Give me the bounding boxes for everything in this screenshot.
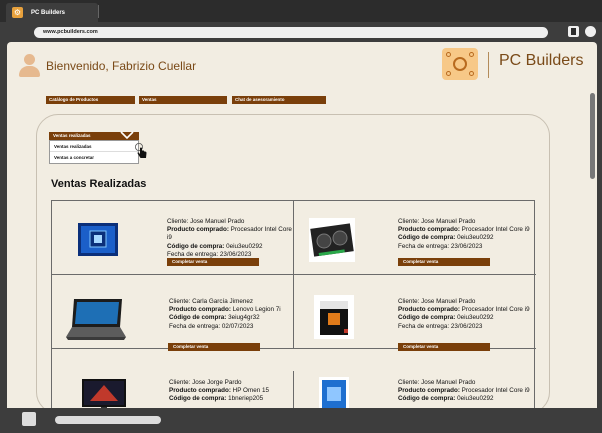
address-row: www.pcbuilders.com	[0, 22, 602, 42]
option-ventas-a-concretar[interactable]: Ventas a concretar	[50, 152, 138, 163]
option-ventas-realizadas[interactable]: Ventas realizadas	[50, 141, 138, 152]
sale-client: Cliente: Jose Manuel Prado	[398, 218, 476, 225]
sale-code: Código de compra: 0eiu3eu0292	[398, 395, 494, 403]
dropdown-options: Ventas realizadas Ventas a concretar	[49, 140, 139, 164]
complete-sale-button[interactable]: Completar venta	[167, 258, 259, 266]
sales-grid: Cliente: Jose Manuel Prado Producto comp…	[51, 200, 536, 408]
graphics-card-icon	[309, 218, 355, 262]
sale-card: Cliente: Jose Manuel Prado Producto comp…	[294, 201, 536, 275]
browser-window: ⚙ PC Builders www.pcbuilders.com Bienven…	[0, 0, 602, 433]
complete-sale-button[interactable]: Completar venta	[168, 343, 260, 351]
sale-client: Cliente: Jose Manuel Prado	[167, 218, 245, 225]
intel-box-icon	[319, 377, 349, 408]
monitor-icon	[82, 379, 126, 408]
sale-code: Código de compra: 1bneriep205	[169, 395, 264, 403]
tab-title: PC Builders	[31, 9, 66, 16]
sale-card: Cliente: Carla García Jimenez Producto c…	[52, 275, 294, 351]
horizontal-scrollbar[interactable]	[55, 416, 161, 424]
sale-client: Cliente: Jose Manuel Prado	[398, 379, 476, 386]
sale-date: Fecha de entrega: 02/07/2023	[169, 322, 254, 330]
brand-name: PC Builders	[499, 52, 584, 69]
sale-product: Producto comprado: Procesador Intel Core…	[398, 306, 530, 314]
sale-date: Fecha de entrega: 23/06/2023	[398, 242, 483, 250]
laptop-icon	[66, 299, 126, 340]
welcome-text: Bienvenido, Fabrizio Cuellar	[46, 59, 197, 73]
sale-card: Cliente: Jose Manuel Prado Producto comp…	[294, 371, 536, 408]
address-bar[interactable]: www.pcbuilders.com	[34, 27, 548, 38]
page-header: Bienvenido, Fabrizio Cuellar PC Builders	[7, 42, 597, 88]
nav-chat[interactable]: Chat de asesoramiento	[232, 96, 326, 104]
page-viewport: Bienvenido, Fabrizio Cuellar PC Builders…	[7, 42, 597, 408]
user-avatar-icon[interactable]	[18, 54, 40, 78]
hand-cursor-icon	[135, 143, 147, 158]
sale-card: Cliente: Jose Manuel Prado Producto comp…	[294, 275, 536, 351]
chevron-down-icon[interactable]	[120, 131, 134, 140]
section-title: Ventas Realizadas	[51, 178, 147, 190]
profile-circle-icon[interactable]	[585, 26, 596, 37]
nav-ventas[interactable]: Ventas	[139, 96, 227, 104]
sale-card: Cliente: Jose Jorge Pardo Producto compr…	[52, 371, 294, 408]
browser-tab[interactable]: ⚙ PC Builders	[6, 3, 98, 22]
vertical-scrollbar[interactable]	[590, 93, 595, 179]
favicon-icon: ⚙	[12, 7, 23, 18]
nav-catalogo[interactable]: Catálogo de Productos	[46, 96, 135, 104]
sale-client: Cliente: Jose Manuel Prado	[398, 298, 476, 305]
sale-card: Cliente: Jose Manuel Prado Producto comp…	[52, 201, 294, 275]
sale-code: Código de compra: 0eiu3eu0292	[167, 242, 263, 250]
sale-date: Fecha de entrega: 23/06/2023	[398, 322, 483, 330]
sale-code: Código de compra: 0eiu3eu0292	[398, 234, 494, 242]
tab-divider	[98, 5, 99, 18]
sale-product: Producto comprado: Procesador Intel Core…	[398, 226, 530, 234]
taskbar-square-icon[interactable]	[22, 412, 36, 426]
sale-product: Producto comprado: Lenovo Legion 7i	[169, 306, 281, 314]
sale-client: Cliente: Carla García Jimenez	[169, 298, 253, 305]
tab-strip: ⚙ PC Builders	[0, 0, 602, 22]
window-button-icon[interactable]	[568, 26, 579, 37]
intel-core-i9-box-icon	[78, 223, 118, 256]
sale-code: Código de compra: 3eiug4gr32	[169, 314, 260, 322]
sale-product: Producto comprado: Procesador Intel Core…	[398, 387, 530, 395]
gears-logo-icon[interactable]	[442, 48, 478, 80]
sale-client: Cliente: Jose Jorge Pardo	[169, 379, 242, 386]
complete-sale-button[interactable]: Completar venta	[398, 343, 490, 351]
sale-product: Producto comprado: HP Omen 15	[169, 387, 269, 395]
sale-code: Código de compra: 0eiu3eu0292	[398, 314, 494, 322]
header-divider	[488, 52, 489, 78]
complete-sale-button[interactable]: Completar venta	[398, 258, 490, 266]
sale-product: Producto comprado: Procesador Intel Core…	[167, 226, 292, 242]
amd-ryzen-box-icon	[314, 295, 354, 339]
